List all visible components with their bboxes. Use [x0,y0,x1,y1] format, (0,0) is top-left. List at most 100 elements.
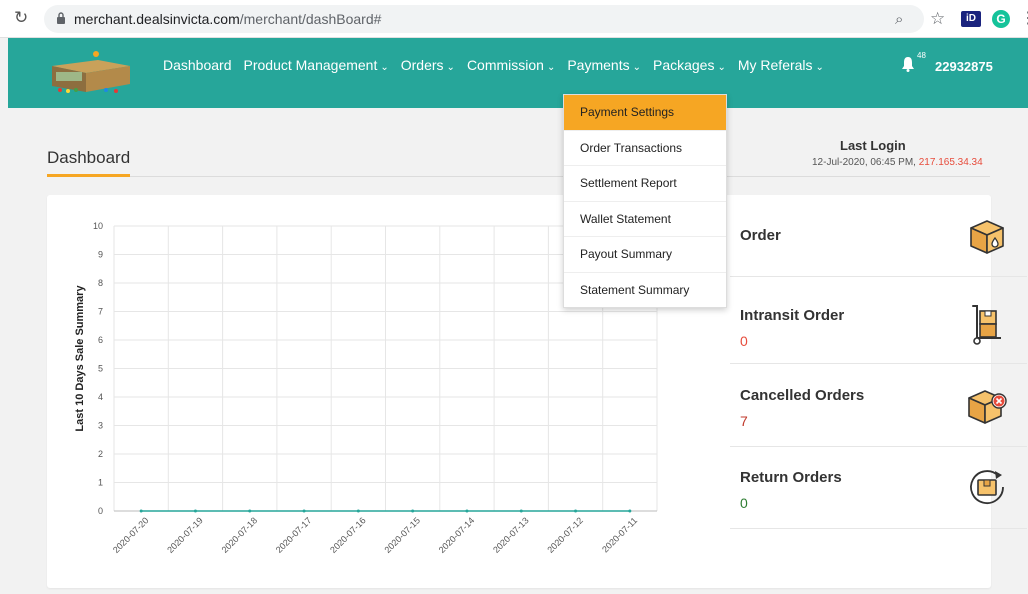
top-navigation-bar: Dashboard Product Management ⌄ Orders ⌄ Co… [8,38,1028,108]
nav-commission-label: Commission [466,57,544,73]
chevron-down-icon: ⌄ [632,62,641,73]
nav-my-referals-label: My Referals [737,57,813,73]
nav-my-referals[interactable]: My Referals ⌄ [738,57,824,73]
stat-intransit-label: Intransit Order [740,307,845,324]
title-divider [47,176,990,177]
notification-count-badge: 48 [917,51,926,60]
data-point [519,509,523,513]
chevron-down-icon: ⌄ [815,62,824,73]
last-login-label: Last Login [840,138,906,153]
address-bar[interactable]: merchant.dealsinvicta.com/merchant/dashB… [44,5,924,33]
browser-menu-icon[interactable]: ⋮ [1020,8,1028,28]
y-tick-label: 10 [93,221,103,231]
data-point [411,509,415,513]
x-tick-label: 2020-07-11 [600,515,639,554]
y-tick-label: 4 [98,392,103,402]
nav-dashboard[interactable]: Dashboard [163,57,232,73]
stat-cancelled-label: Cancelled Orders [740,387,865,404]
payments-dropdown-menu: Payment Settings Order Transactions Sett… [563,94,727,308]
nav-orders[interactable]: Orders ⌄ [401,57,455,73]
nav-dashboard-label: Dashboard [163,57,232,73]
menu-item-wallet-statement[interactable]: Wallet Statement [564,202,726,238]
y-tick-label: 7 [98,307,103,317]
x-tick-label: 2020-07-20 [111,515,151,555]
browser-toolbar: ↻ merchant.dealsinvicta.com/merchant/das… [0,0,1028,38]
y-axis-label: Last 10 Days Sale Summary [74,285,86,432]
chevron-down-icon: ⌄ [717,62,726,73]
nav-product-management-label: Product Management [243,57,378,73]
menu-item-payment-settings[interactable]: Payment Settings [564,95,726,131]
y-tick-label: 6 [98,335,103,345]
last-login-datetime: 12-Jul-2020, 06:45 PM, [812,157,916,168]
user-account-id[interactable]: 22932875 [935,59,993,74]
nav-packages[interactable]: Packages ⌄ [653,57,726,73]
page-title: Dashboard [47,148,131,167]
y-tick-label: 9 [98,250,103,260]
y-tick-label: 0 [98,506,103,516]
stat-return-label: Return Orders [740,469,842,486]
chevron-down-icon: ⌄ [446,62,455,73]
extension-id-icon[interactable]: iD [961,11,981,27]
stat-order[interactable]: Order [730,195,1027,277]
y-tick-label: 3 [98,421,103,431]
y-tick-label: 2 [98,449,103,459]
x-tick-label: 2020-07-15 [382,515,422,555]
notification-bell-icon[interactable] [901,56,915,72]
box-cancel-icon [968,390,1007,424]
data-point [193,509,197,513]
stat-return-orders[interactable]: Return Orders 0 [730,447,1027,529]
data-point [356,509,360,513]
x-tick-label: 2020-07-14 [437,515,477,555]
box-return-icon [970,470,1004,505]
main-menu: Dashboard Product Management ⌄ Orders ⌄ Co… [163,57,836,73]
url-host: merchant.dealsinvicta.com [74,11,240,27]
nav-payments-label: Payments [567,57,630,73]
x-tick-label: 2020-07-13 [491,515,531,555]
stat-intransit-order[interactable]: Intransit Order 0 [730,282,1027,364]
dashboard-card: 0 1 2 3 4 5 6 7 8 9 10 2020-07-20 2020-07-19 2020-07-… [47,195,1027,588]
bookmark-star-icon[interactable]: ☆ [930,9,945,29]
lock-icon [57,12,65,24]
nav-product-management[interactable]: Product Management ⌄ [244,57,389,73]
y-tick-label: 8 [98,278,103,288]
chevron-down-icon: ⌄ [546,62,556,73]
data-point [574,509,578,513]
menu-item-order-transactions[interactable]: Order Transactions [564,131,726,167]
x-tick-label: 2020-07-19 [165,515,205,555]
stat-cancelled-orders[interactable]: Cancelled Orders 7 [730,365,1027,447]
dealsinvicta-logo[interactable] [46,46,134,96]
x-tick-label: 2020-07-17 [274,515,314,555]
nav-payments[interactable]: Payments ⌄ [567,57,641,73]
nav-orders-label: Orders [400,57,444,73]
url-path: /merchant/dashBoard# [239,11,382,27]
stat-intransit-value: 0 [740,333,748,349]
stat-cancelled-value: 7 [740,413,748,429]
reload-icon[interactable]: ↻ [14,8,28,28]
data-point [628,509,632,513]
y-tick-label: 5 [98,364,103,374]
nav-commission[interactable]: Commission ⌄ [467,57,555,73]
data-point [465,509,469,513]
menu-item-settlement-report[interactable]: Settlement Report [564,166,726,202]
x-tick-label: 2020-07-12 [545,515,585,555]
nav-packages-label: Packages [652,57,715,73]
grammarly-extension-icon[interactable]: G [992,10,1010,28]
last-login-value: 12-Jul-2020, 06:45 PM, 217.165.34.34 [812,157,983,168]
url-text[interactable]: merchant.dealsinvicta.com/merchant/dashB… [74,11,381,27]
y-tick-label: 1 [98,478,103,488]
x-tick-label: 2020-07-18 [220,515,260,555]
stat-return-value: 0 [740,495,748,511]
last-login-ip: 217.165.34.34 [918,157,983,168]
menu-item-payout-summary[interactable]: Payout Summary [564,237,726,273]
x-tick-label: 2020-07-16 [328,515,368,555]
data-point [248,509,252,513]
hand-truck-icon [972,305,1001,345]
data-point [302,509,306,513]
box-drop-icon [970,220,1004,254]
data-point [139,509,143,513]
stat-order-label: Order [740,227,781,244]
zoom-icon[interactable]: ⌕ [895,11,903,28]
menu-item-statement-summary[interactable]: Statement Summary [564,273,726,309]
chevron-down-icon: ⌄ [380,62,389,73]
title-underline [47,174,130,177]
